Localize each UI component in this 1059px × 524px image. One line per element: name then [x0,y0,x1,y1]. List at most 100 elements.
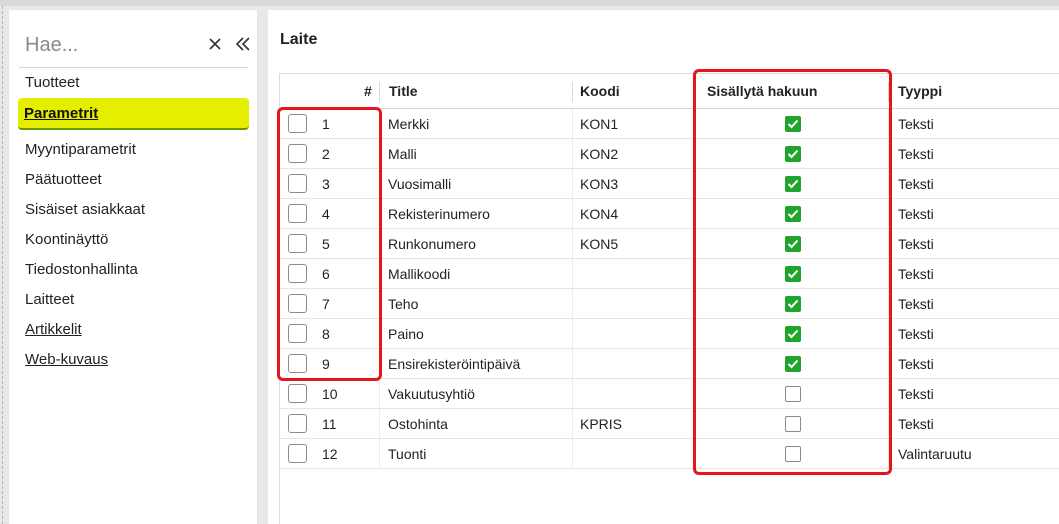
header-title[interactable]: Title [389,74,418,108]
row-title: Paino [388,325,424,342]
check-icon [787,179,799,188]
row-number: 9 [322,355,330,372]
table-row[interactable]: 3 Vuosimalli KON3 Teksti [280,169,1059,199]
row-number: 11 [322,415,337,432]
row-select-checkbox[interactable] [288,114,307,133]
row-code: KON3 [580,175,619,192]
row-select-checkbox[interactable] [288,204,307,223]
include-in-search-checkbox-checked[interactable] [785,175,801,192]
sidebar-item-myyntiparametrit[interactable]: Myyntiparametrit [19,135,249,165]
header-num[interactable]: # [364,74,372,108]
row-title: Mallikoodi [388,265,451,282]
include-in-search-checkbox-checked[interactable] [785,235,801,252]
search-row [19,28,250,68]
sidebar-item-parametrit[interactable]: Parametrit [18,98,249,130]
row-number: 10 [322,385,338,402]
check-icon [787,329,799,338]
table-row[interactable]: 7 Teho Teksti [280,289,1059,319]
row-title: Ensirekisteröintipäivä [388,355,521,372]
row-select-checkbox[interactable] [288,444,307,463]
row-number: 3 [322,175,330,192]
include-in-search-checkbox-checked[interactable] [785,355,801,372]
include-in-search-checkbox-checked[interactable] [785,115,801,132]
header-code[interactable]: Koodi [580,74,620,108]
include-in-search-checkbox[interactable] [785,415,801,432]
left-divider [2,6,3,524]
table-row[interactable]: 11 Ostohinta KPRIS Teksti [280,409,1059,439]
row-type: Teksti [898,205,934,222]
table-row[interactable]: 6 Mallikoodi Teksti [280,259,1059,289]
check-icon [787,359,799,368]
table-row[interactable]: 10 Vakuutusyhtiö Teksti [280,379,1059,409]
row-type: Teksti [898,175,934,192]
check-icon [787,119,799,128]
row-code: KON4 [580,205,619,222]
row-select-checkbox[interactable] [288,174,307,193]
row-title: Rekisterinumero [388,205,490,222]
table-row[interactable]: 9 Ensirekisteröintipäivä Teksti [280,349,1059,379]
row-type: Teksti [898,325,934,342]
close-icon[interactable] [202,31,228,57]
row-select-checkbox[interactable] [288,354,307,373]
include-in-search-checkbox-checked[interactable] [785,325,801,342]
row-select-checkbox[interactable] [288,414,307,433]
row-select-checkbox[interactable] [288,144,307,163]
row-number: 1 [322,115,330,132]
row-title: Merkki [388,115,430,132]
row-select-checkbox[interactable] [288,384,307,403]
row-number: 5 [322,235,330,252]
check-icon [787,209,799,218]
row-number: 8 [322,325,330,342]
sidebar-item-koontinaytto[interactable]: Koontinäyttö [19,225,249,255]
row-title: Teho [388,295,419,312]
table-row[interactable]: 12 Tuonti Valintaruutu [280,439,1059,469]
include-in-search-checkbox[interactable] [785,445,801,462]
row-title: Tuonti [388,445,427,462]
check-icon [787,299,799,308]
check-icon [787,239,799,248]
row-type: Valintaruutu [898,445,972,462]
row-type: Teksti [898,145,934,162]
row-title: Vuosimalli [388,175,452,192]
row-number: 12 [322,445,338,462]
table-row[interactable]: 5 Runkonumero KON5 Teksti [280,229,1059,259]
include-in-search-checkbox[interactable] [785,385,801,402]
sidebar-item-artikkelit[interactable]: Artikkelit [19,315,249,345]
include-in-search-checkbox-checked[interactable] [785,205,801,222]
sidebar: Tuotteet Parametrit Myyntiparametrit Pää… [9,10,258,524]
row-type: Teksti [898,355,934,372]
row-title: Vakuutusyhtiö [388,385,475,402]
row-title: Malli [388,145,417,162]
top-bar [0,0,1059,6]
row-type: Teksti [898,265,934,282]
double-chevron-left-icon[interactable] [230,31,256,57]
table-row[interactable]: 8 Paino Teksti [280,319,1059,349]
parameters-table: # Title Koodi Sisällytä hakuun Tyyppi 1 M… [279,73,1059,524]
row-number: 4 [322,205,330,222]
table-row[interactable]: 4 Rekisterinumero KON4 Teksti [280,199,1059,229]
include-in-search-checkbox-checked[interactable] [785,145,801,162]
sidebar-item-sisaiset-asiakkaat[interactable]: Sisäiset asiakkaat [19,195,249,225]
row-select-checkbox[interactable] [288,294,307,313]
sidebar-item-laitteet[interactable]: Laitteet [19,285,249,315]
row-code: KON1 [580,115,619,132]
sidebar-item-paatuotteet[interactable]: Päätuotteet [19,165,249,195]
row-number: 2 [322,145,330,162]
table-row[interactable]: 2 Malli KON2 Teksti [280,139,1059,169]
include-in-search-checkbox-checked[interactable] [785,295,801,312]
row-type: Teksti [898,235,934,252]
row-code: KPRIS [580,415,623,432]
row-select-checkbox[interactable] [288,264,307,283]
row-select-checkbox[interactable] [288,324,307,343]
header-include-in-search[interactable]: Sisällytä hakuun [707,74,817,108]
sidebar-item-tiedostonhallinta[interactable]: Tiedostonhallinta [19,255,249,285]
header-type[interactable]: Tyyppi [898,74,942,108]
search-input[interactable] [25,30,185,60]
row-type: Teksti [898,415,934,432]
table-row[interactable]: 1 Merkki KON1 Teksti [280,109,1059,139]
row-select-checkbox[interactable] [288,234,307,253]
sidebar-item-tuotteet[interactable]: Tuotteet [19,68,249,98]
sidebar-item-web-kuvaus[interactable]: Web-kuvaus [19,345,249,375]
sidebar-nav: Tuotteet Parametrit Myyntiparametrit Pää… [18,68,249,375]
include-in-search-checkbox-checked[interactable] [785,265,801,282]
